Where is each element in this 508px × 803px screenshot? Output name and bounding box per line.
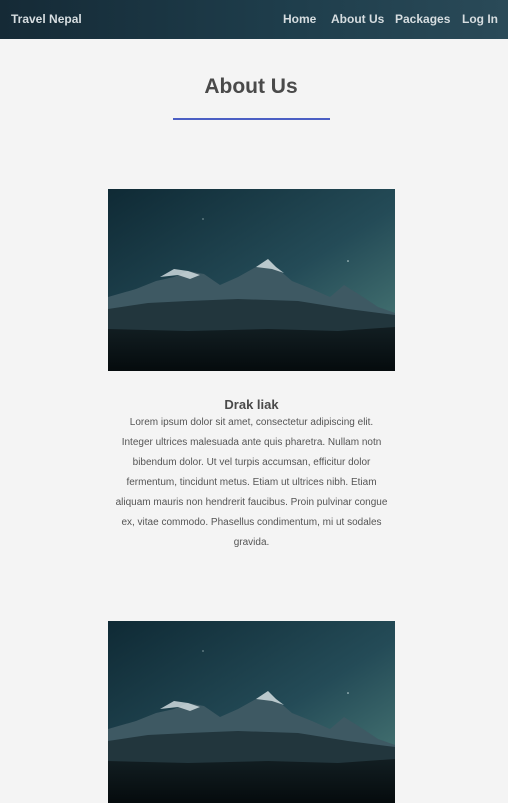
nav-link-log-in[interactable]: Log In (462, 12, 498, 26)
page-title: About Us (204, 75, 298, 98)
mountain-landscape-image (108, 189, 395, 371)
brand-link[interactable]: Travel Nepal (11, 12, 82, 26)
title-underline (173, 118, 330, 120)
navbar: Travel Nepal Home About Us Packages Log … (0, 0, 508, 39)
mountain-landscape-image-2 (108, 621, 395, 803)
nav-link-packages[interactable]: Packages (395, 12, 450, 26)
nav-link-home[interactable]: Home (283, 12, 316, 26)
card-title: Drak liak (224, 397, 279, 412)
card-description: Lorem ipsum dolor sit amet, consectetur … (115, 417, 388, 548)
nav-link-about-us[interactable]: About Us (331, 12, 384, 26)
